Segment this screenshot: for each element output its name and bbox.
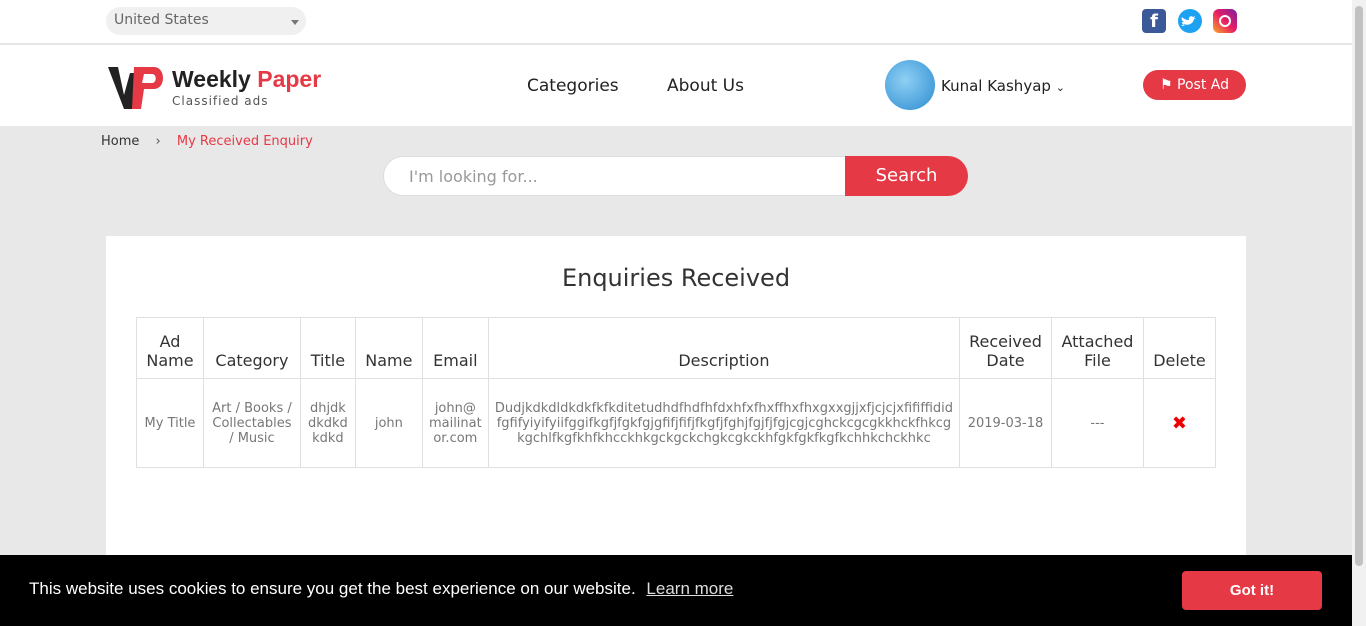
post-ad-label: Post Ad [1177,77,1229,93]
site-header: Weekly Paper Classified ads Categories A… [0,45,1352,126]
logo-name-weekly: Weekly [172,66,251,92]
scrollbar[interactable] [1352,0,1366,626]
nav-categories[interactable]: Categories [527,76,619,96]
country-select-value: United States [114,12,209,28]
post-ad-button[interactable]: ⚑ Post Ad [1143,70,1246,100]
column-header-title: Title [299,317,356,379]
page-title: Enquiries Received [561,264,791,292]
category-cell: Art / Books / Collectables / Music [202,378,301,468]
cookie-message: This website uses cookies to ensure you … [29,579,733,599]
column-header-category: Category [202,317,301,379]
column-header-name: Name [354,317,423,379]
search-input[interactable]: I'm looking for... [383,156,853,196]
user-menu[interactable]: Kunal Kashyap ⌄ [941,77,1065,95]
country-select[interactable]: United States [106,7,306,35]
name-cell: john [354,378,423,468]
column-header-email: Email [421,317,489,379]
enquiries-table: Ad Name Category Title Name Email Descri… [136,317,1217,468]
got-it-button[interactable]: Got it! [1182,571,1322,610]
bookmark-icon: ⚑ [1160,77,1173,93]
breadcrumb-home[interactable]: Home [101,134,139,149]
breadcrumb-current: My Received Enquiry [176,134,313,149]
logo-tagline: Classified ads [172,94,269,108]
table-header-row: Ad Name Category Title Name Email Descri… [136,317,1217,379]
logo-icon[interactable] [108,67,166,109]
delete-cell: ✖ [1142,378,1217,468]
learn-more-link[interactable]: Learn more [646,579,733,598]
column-header-ad-name: Ad Name [136,317,204,379]
user-name: Kunal Kashyap [941,77,1051,95]
chevron-down-icon: ⌄ [1055,81,1065,94]
attached-file-cell: --- [1050,378,1144,468]
avatar[interactable] [885,60,935,110]
delete-icon[interactable]: ✖ [1172,413,1187,434]
email-cell: john@mailinator.com [421,378,489,468]
column-header-delete: Delete [1142,317,1217,379]
caret-down-icon [291,20,299,25]
logo-name-paper: Paper [257,66,322,92]
table-row: My Title Art / Books / Collectables / Mu… [136,378,1217,468]
cookie-text: This website uses cookies to ensure you … [29,579,636,598]
instagram-icon[interactable] [1213,9,1237,33]
breadcrumb: Home › My Received Enquiry [101,134,313,149]
facebook-icon[interactable]: f [1142,9,1166,33]
column-header-attached-file: Attached File [1050,317,1144,379]
search-button[interactable]: Search [845,156,968,196]
nav-about-us[interactable]: About Us [667,76,744,96]
scrollbar-thumb[interactable] [1355,6,1363,566]
column-header-received-date: Received Date [959,317,1052,379]
title-cell: dhjdkdkdkdkdkd [299,378,356,468]
logo-name[interactable]: Weekly Paper [172,66,321,93]
cookie-banner: This website uses cookies to ensure you … [0,555,1352,626]
ad-name-link[interactable]: My Title [136,378,204,468]
twitter-icon[interactable] [1178,9,1202,33]
chevron-right-icon: › [155,134,161,149]
received-date-cell: 2019-03-18 [959,378,1052,468]
column-header-description: Description [487,317,961,379]
top-bar: United States f [0,0,1352,44]
description-cell: Dudjkdkdldkdkfkfkditetudhdfhdfhfdxhfxfhx… [487,378,961,468]
